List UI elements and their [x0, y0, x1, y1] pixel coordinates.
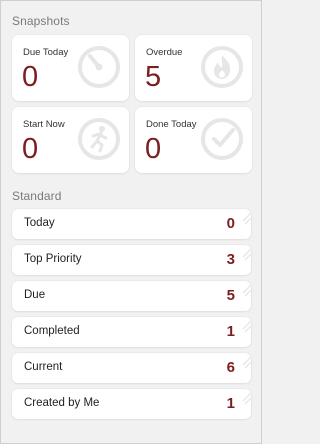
- checkmark-circle-icon: [201, 118, 243, 160]
- list-item-label: Today: [24, 217, 55, 229]
- list-item-top-priority[interactable]: Top Priority 3: [12, 245, 251, 275]
- list-item-label: Top Priority: [24, 253, 82, 265]
- list-item-count: 6: [226, 359, 235, 376]
- snapshots-section-title: Snapshots: [12, 14, 70, 28]
- speedometer-icon: [78, 46, 120, 88]
- edge-decoration-icon: [242, 284, 251, 297]
- edge-decoration-icon: [242, 212, 251, 225]
- running-person-icon: [78, 118, 120, 160]
- edge-decoration-icon: [242, 248, 251, 261]
- list-item-count: 3: [226, 251, 235, 268]
- snapshot-card-label: Due Today: [23, 47, 69, 58]
- snapshot-card-count: 0: [22, 61, 39, 93]
- list-item-completed[interactable]: Completed 1: [12, 317, 251, 347]
- list-item-count: 1: [226, 323, 235, 340]
- list-item-created-by-me[interactable]: Created by Me 1: [12, 389, 251, 419]
- snapshot-card-label: Done Today: [146, 119, 197, 130]
- snapshot-card-label: Overdue: [146, 47, 183, 58]
- edge-decoration-icon: [242, 392, 251, 405]
- list-item-count: 5: [226, 287, 235, 304]
- snapshot-card-start-now[interactable]: Start Now 0: [12, 107, 129, 173]
- snapshot-card-count: 0: [145, 133, 162, 165]
- list-item-label: Created by Me: [24, 397, 100, 409]
- list-item-label: Due: [24, 289, 46, 301]
- snapshot-card-count: 5: [145, 61, 162, 93]
- snapshot-card-label: Start Now: [23, 119, 65, 130]
- list-item-today[interactable]: Today 0: [12, 209, 251, 239]
- list-item-count: 0: [226, 215, 235, 232]
- snapshot-card-count: 0: [22, 133, 39, 165]
- edge-decoration-icon: [242, 356, 251, 369]
- list-item-due[interactable]: Due 5: [12, 281, 251, 311]
- snapshot-card-due-today[interactable]: Due Today 0: [12, 35, 129, 101]
- list-item-current[interactable]: Current 6: [12, 353, 251, 383]
- list-item-count: 1: [226, 395, 235, 412]
- snapshot-card-overdue[interactable]: Overdue 5: [135, 35, 252, 101]
- edge-decoration-icon: [242, 320, 251, 333]
- snapshot-card-done-today[interactable]: Done Today 0: [135, 107, 252, 173]
- list-item-label: Current: [24, 361, 63, 373]
- standard-section-title: Standard: [12, 189, 62, 203]
- fire-icon: [201, 46, 243, 88]
- list-item-label: Completed: [24, 325, 80, 337]
